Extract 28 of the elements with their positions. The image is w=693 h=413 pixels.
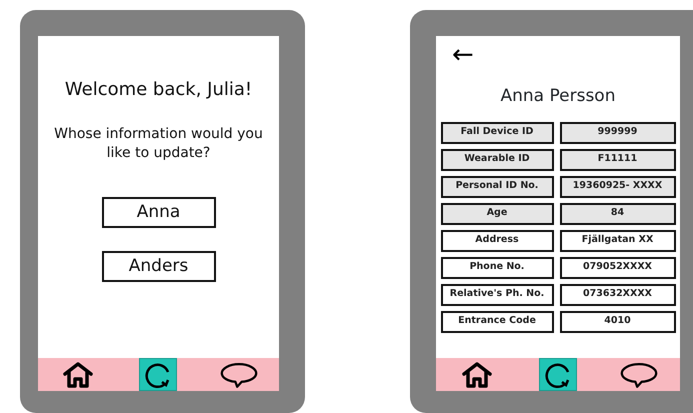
field-value: 999999 xyxy=(560,122,676,144)
back-button[interactable]: ← xyxy=(452,42,474,68)
question-text: Whose information would you like to update? xyxy=(53,125,264,163)
field-value: F11111 xyxy=(560,148,676,170)
field-value: 84 xyxy=(560,202,676,224)
field-label: Phone No. xyxy=(440,256,554,278)
person-button[interactable]: Anna xyxy=(102,196,216,228)
speech-bubble-icon xyxy=(220,360,258,388)
field-value: 079052XXXX xyxy=(560,256,676,278)
field-value: Fjällgatan XX xyxy=(560,230,676,252)
field-value: 073632XXXX xyxy=(560,284,676,306)
field-label: Age xyxy=(440,202,554,224)
speech-bubble-icon xyxy=(620,360,658,388)
field-value: 4010 xyxy=(560,310,676,332)
field-label: Personal ID No. xyxy=(440,176,554,198)
field-label: Address xyxy=(440,230,554,252)
home-icon xyxy=(460,361,493,388)
refresh-tab[interactable] xyxy=(538,358,577,391)
field-value: 19360925- XXXX xyxy=(560,176,676,198)
refresh-tab[interactable] xyxy=(139,358,178,391)
field-label: Wearable ID xyxy=(440,148,554,170)
home-icon xyxy=(62,361,94,388)
person-button[interactable]: Anders xyxy=(102,250,216,282)
field-label: Entrance Code xyxy=(440,310,554,332)
welcome-heading: Welcome back, Julia! xyxy=(64,78,252,102)
person-name: Anna Persson xyxy=(500,85,616,108)
field-label: Fall Device ID xyxy=(440,122,554,144)
field-label: Relative's Ph. No. xyxy=(440,284,554,306)
